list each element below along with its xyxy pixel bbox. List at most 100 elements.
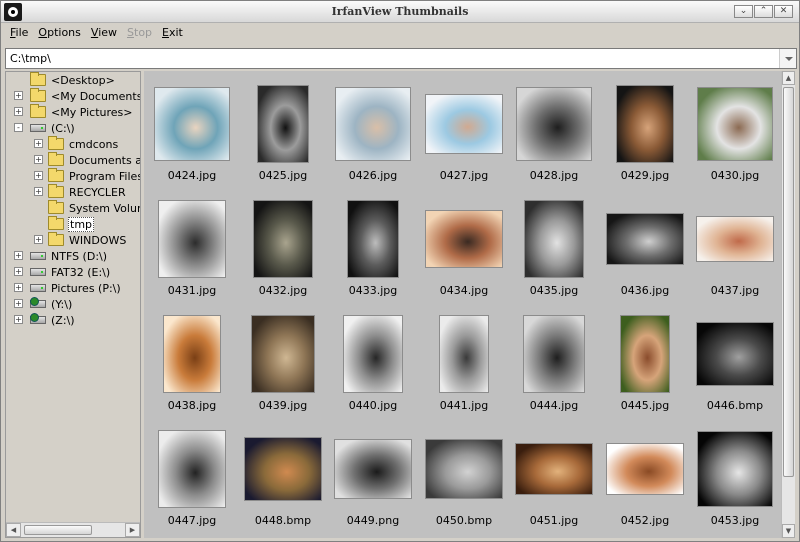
thumbnail-scroll-thumb[interactable]: [783, 87, 794, 477]
thumbnail-image: [335, 87, 411, 161]
folder-icon: [30, 104, 46, 118]
title-bar[interactable]: IrfanView Thumbnails ⌄ ⌃ ✕: [1, 1, 799, 23]
close-button[interactable]: ✕: [774, 5, 793, 18]
thumbnail-image: [606, 443, 684, 495]
thumbnail-frame: [243, 314, 323, 394]
tree-item[interactable]: + FAT32 (E:\): [14, 264, 111, 280]
scroll-down-icon[interactable]: ▼: [782, 524, 795, 538]
thumbnail-item[interactable]: 0445.jpg: [605, 314, 685, 424]
tree-item-label: WINDOWS: [69, 233, 127, 247]
thumbnail-item[interactable]: 0447.jpg: [152, 429, 232, 538]
menu-label: iew: [98, 26, 118, 39]
minimize-button[interactable]: ⌄: [734, 5, 753, 18]
tree-item[interactable]: + <My Documents>: [14, 88, 140, 104]
thumbnail-item[interactable]: 0432.jpg: [243, 199, 323, 309]
thumbnail-item[interactable]: 0428.jpg: [514, 84, 594, 194]
expand-icon[interactable]: +: [14, 107, 23, 116]
menu-accelerator: O: [38, 26, 48, 39]
thumbnail-frame: [605, 314, 685, 394]
folder-tree[interactable]: <Desktop> + <My Documents> + <My Pictures> - (…: [5, 71, 141, 538]
thumbnail-item[interactable]: 0435.jpg: [514, 199, 594, 309]
thumbnail-item[interactable]: 0437.jpg: [695, 199, 775, 309]
thumbnail-item[interactable]: 0436.jpg: [605, 199, 685, 309]
thumbnail-vertical-scrollbar[interactable]: ▲ ▼: [781, 71, 795, 538]
thumbnail-item[interactable]: 0434.jpg: [424, 199, 504, 309]
tree-item[interactable]: + Program Files: [34, 168, 141, 184]
tree-horizontal-scrollbar[interactable]: ◀ ▶: [6, 522, 140, 537]
menu-file[interactable]: File: [5, 24, 33, 42]
expand-icon[interactable]: +: [14, 299, 23, 308]
tree-item[interactable]: System Volume: [48, 200, 140, 216]
expand-icon[interactable]: +: [34, 187, 43, 196]
tree-item[interactable]: - (C:\): [14, 120, 76, 136]
thumbnail-item[interactable]: 0444.jpg: [514, 314, 594, 424]
thumbnail-item[interactable]: 0450.bmp: [424, 429, 504, 538]
tree-item[interactable]: + Pictures (P:\): [14, 280, 122, 296]
thumbnail-item[interactable]: 0452.jpg: [605, 429, 685, 538]
scroll-left-icon[interactable]: ◀: [6, 523, 21, 537]
path-input[interactable]: [6, 49, 776, 68]
thumbnail-image: [616, 85, 674, 163]
thumbnail-image: [425, 439, 503, 499]
tree-item[interactable]: + RECYCLER: [34, 184, 127, 200]
thumbnail-item[interactable]: 0453.jpg: [695, 429, 775, 538]
tree-item[interactable]: + (Z:\): [14, 312, 76, 328]
menu-options[interactable]: Options: [33, 24, 85, 42]
thumbnail-item[interactable]: 0448.bmp: [243, 429, 323, 538]
thumbnail-grid[interactable]: 0424.jpg 0425.jpg 0426.jpg 0427.jpg 0428.jpg…: [144, 71, 783, 538]
scroll-up-icon[interactable]: ▲: [782, 71, 795, 85]
thumbnail-filename: 0438.jpg: [167, 399, 217, 412]
thumbnail-item[interactable]: 0425.jpg: [243, 84, 323, 194]
menu-exit[interactable]: Exit: [157, 24, 188, 42]
tree-item[interactable]: + NTFS (D:\): [14, 248, 108, 264]
tree-item[interactable]: + cmdcons: [34, 136, 119, 152]
expand-icon[interactable]: +: [14, 315, 23, 324]
folder-icon: [48, 232, 64, 246]
tree-item[interactable]: + (Y:\): [14, 296, 73, 312]
thumbnail-item[interactable]: 0426.jpg: [333, 84, 413, 194]
tree-item[interactable]: + <My Pictures>: [14, 104, 134, 120]
drive-icon: [30, 284, 46, 292]
thumbnail-item[interactable]: 0424.jpg: [152, 84, 232, 194]
thumbnail-item[interactable]: 0440.jpg: [333, 314, 413, 424]
thumbnail-frame: [152, 84, 232, 164]
thumbnail-item[interactable]: 0430.jpg: [695, 84, 775, 194]
expand-icon[interactable]: +: [14, 91, 23, 100]
tree-item[interactable]: <Desktop>: [30, 72, 116, 88]
expand-icon[interactable]: +: [34, 171, 43, 180]
thumbnail-item[interactable]: 0439.jpg: [243, 314, 323, 424]
thumbnail-item[interactable]: 0441.jpg: [424, 314, 504, 424]
thumbnail-item[interactable]: 0429.jpg: [605, 84, 685, 194]
menu-stop[interactable]: Stop: [122, 24, 157, 42]
thumbnail-item[interactable]: 0451.jpg: [514, 429, 594, 538]
scroll-right-icon[interactable]: ▶: [125, 523, 140, 537]
thumbnail-item[interactable]: 0438.jpg: [152, 314, 232, 424]
tree-item-label: Program Files: [69, 169, 141, 183]
tree-item[interactable]: tmp: [48, 216, 95, 232]
expand-icon[interactable]: +: [14, 283, 23, 292]
thumbnail-frame: [333, 429, 413, 509]
menu-label: xit: [168, 26, 183, 39]
tree-item-label: cmdcons: [69, 137, 119, 151]
tree-item[interactable]: + Documents and: [34, 152, 140, 168]
expand-icon[interactable]: +: [34, 235, 43, 244]
menu-view[interactable]: View: [86, 24, 122, 42]
chevron-down-icon[interactable]: [779, 49, 796, 68]
thumbnail-frame: [424, 429, 504, 509]
maximize-button[interactable]: ⌃: [754, 5, 773, 18]
expand-icon[interactable]: +: [34, 139, 43, 148]
thumbnail-item[interactable]: 0446.bmp: [695, 314, 775, 424]
expand-icon[interactable]: +: [14, 251, 23, 260]
path-combobox[interactable]: [5, 48, 797, 69]
expand-icon[interactable]: +: [34, 155, 43, 164]
expand-icon[interactable]: +: [14, 267, 23, 276]
thumbnail-item[interactable]: 0449.png: [333, 429, 413, 538]
collapse-icon[interactable]: -: [14, 123, 23, 132]
thumbnail-item[interactable]: 0427.jpg: [424, 84, 504, 194]
thumbnail-item[interactable]: 0433.jpg: [333, 199, 413, 309]
thumbnail-item[interactable]: 0431.jpg: [152, 199, 232, 309]
tree-item[interactable]: + WINDOWS: [34, 232, 127, 248]
thumbnail-image: [439, 315, 489, 393]
thumbnail-filename: 0440.jpg: [348, 399, 398, 412]
tree-scroll-thumb[interactable]: [24, 525, 92, 535]
